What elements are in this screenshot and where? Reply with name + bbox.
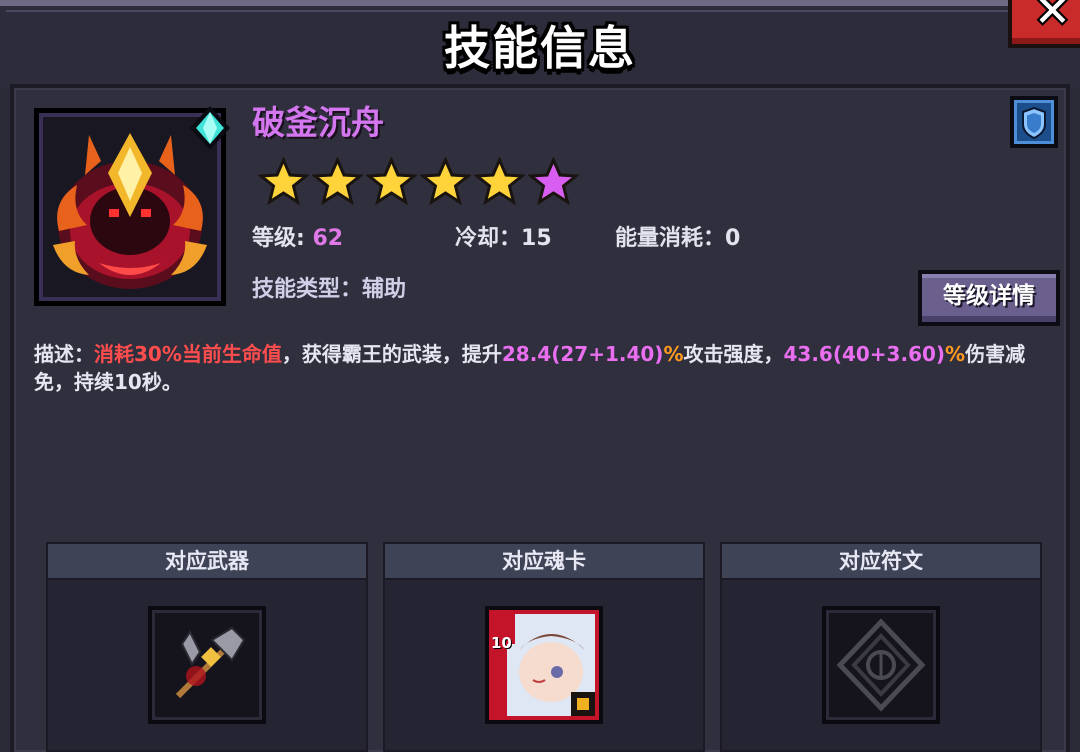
skill-type: 技能类型：辅助 bbox=[252, 271, 406, 303]
level-details-button[interactable]: 等级详情 bbox=[918, 270, 1060, 326]
dialog-title: 技能信息 bbox=[444, 21, 636, 75]
soul-card-icon bbox=[493, 614, 595, 716]
desc-reduce-value: 43.6(40+3.60) bbox=[783, 342, 946, 366]
weapon-slot: 对应武器 bbox=[46, 542, 368, 752]
gold-star-icon bbox=[258, 157, 309, 205]
rune-slot-title: 对应符文 bbox=[722, 544, 1040, 580]
desc-attack-pct: % bbox=[663, 342, 684, 366]
level-label: 等级: bbox=[252, 226, 313, 251]
rune-slot: 对应符文 bbox=[720, 542, 1042, 752]
level-value: 62 bbox=[312, 226, 344, 251]
gold-star-icon bbox=[420, 157, 471, 205]
rune-item[interactable] bbox=[822, 606, 940, 724]
energy-label: 能量消耗： bbox=[615, 226, 726, 251]
desc-prefix: 描述： bbox=[34, 342, 94, 366]
cooldown-value: 15 bbox=[521, 226, 552, 251]
skill-energy-cost: 能量消耗：0 bbox=[615, 220, 740, 252]
desc-text2: 攻击强度， bbox=[683, 342, 784, 366]
card-level-badge: 10 bbox=[491, 634, 512, 652]
energy-value: 0 bbox=[725, 226, 741, 251]
desc-text1: ，获得霸王的武装，提升 bbox=[281, 342, 502, 366]
desc-reduce-pct: % bbox=[945, 342, 966, 366]
desc-cost: 消耗30%当前生命值 bbox=[94, 342, 282, 366]
desc-attack-value: 28.4(27+1.40) bbox=[501, 342, 664, 366]
close-button[interactable]: ✕ bbox=[1008, 0, 1080, 48]
rune-icon bbox=[836, 618, 926, 712]
skill-description: 描述：消耗30%当前生命值，获得霸王的武装，提升28.4(27+1.40)%攻击… bbox=[34, 340, 1054, 396]
purple-star-icon bbox=[528, 157, 579, 205]
type-label: 技能类型： bbox=[252, 277, 363, 302]
skill-level: 等级: 62 bbox=[252, 220, 343, 252]
shield-button[interactable] bbox=[1010, 96, 1058, 148]
close-icon: ✕ bbox=[1034, 0, 1071, 37]
soul-card-item[interactable]: 10 bbox=[485, 606, 603, 724]
card-slot-title: 对应魂卡 bbox=[385, 544, 703, 580]
type-value: 辅助 bbox=[362, 277, 407, 302]
star-rating bbox=[258, 157, 579, 205]
cooldown-label: 冷却： bbox=[455, 226, 522, 251]
shield-icon bbox=[1022, 106, 1046, 140]
weapon-slot-title: 对应武器 bbox=[48, 544, 366, 580]
weapon-item[interactable] bbox=[148, 606, 266, 724]
gold-star-icon bbox=[312, 157, 363, 205]
diamond-gem-icon bbox=[190, 106, 230, 150]
gold-star-icon bbox=[474, 157, 525, 205]
axe-icon bbox=[175, 626, 246, 699]
skill-cooldown: 冷却：15 bbox=[455, 220, 552, 252]
soul-card-slot: 对应魂卡 10 bbox=[383, 542, 705, 752]
gold-star-icon bbox=[366, 157, 417, 205]
skill-name: 破釜沉舟 bbox=[252, 103, 384, 142]
